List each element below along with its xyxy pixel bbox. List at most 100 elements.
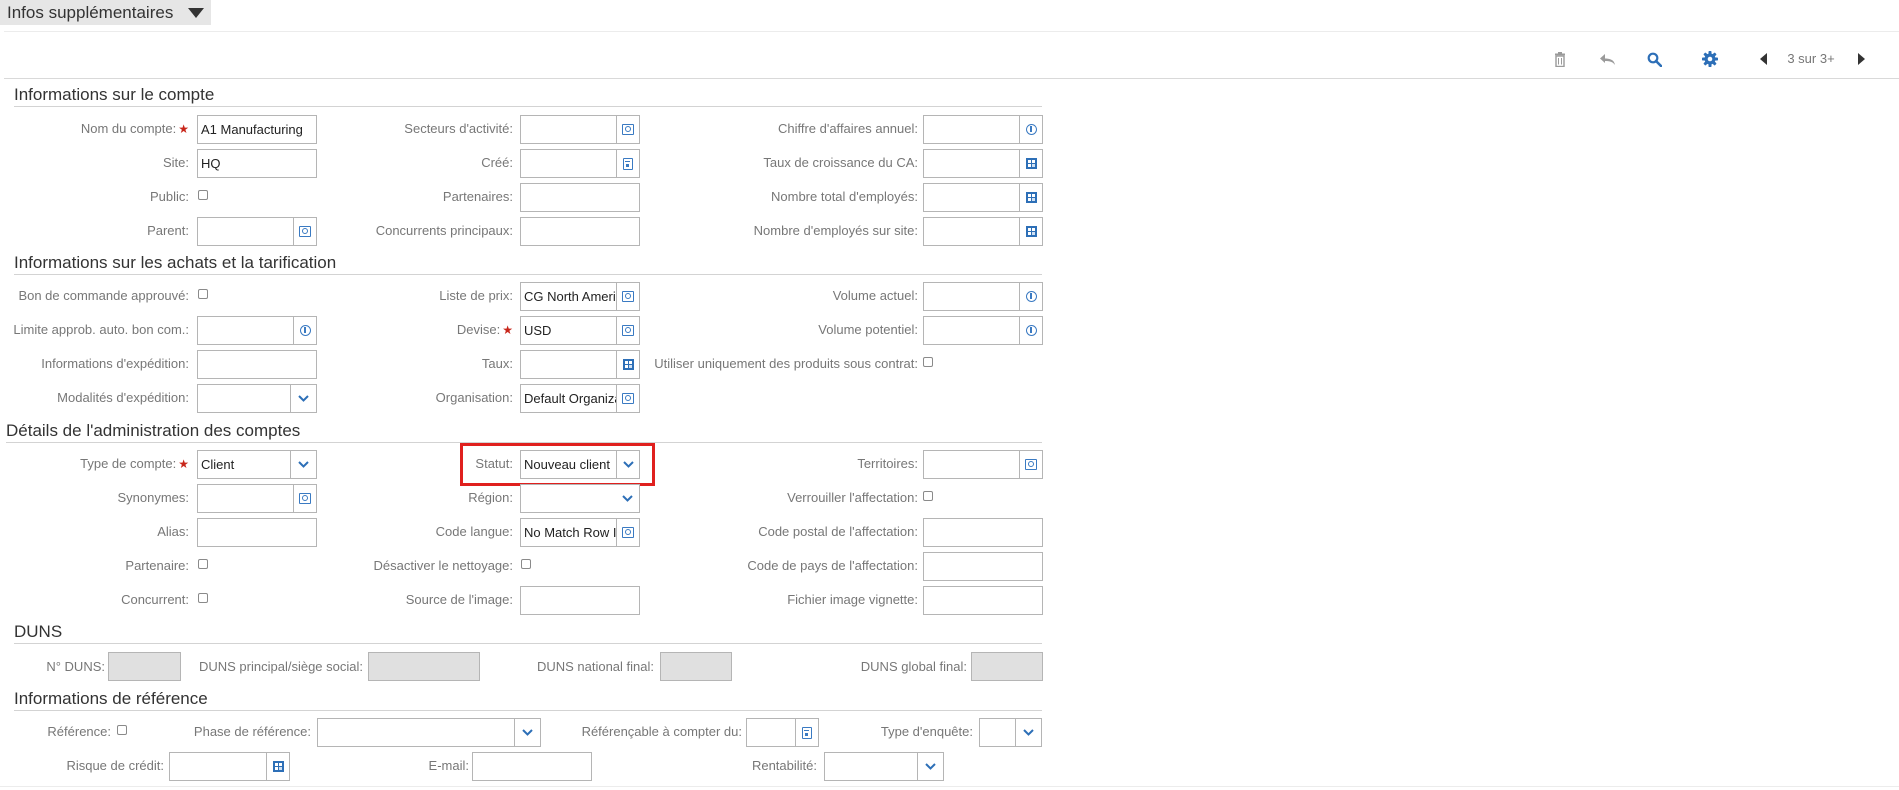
type-enquete-dropdown-button[interactable]	[1015, 719, 1041, 746]
code-langue-value[interactable]: No Match Row Id	[521, 519, 616, 546]
liste-prix-field[interactable]: CG North America	[520, 282, 640, 311]
synonymes-lookup-button[interactable]	[293, 485, 316, 512]
modalites-expedition-select[interactable]	[197, 384, 317, 413]
devise-field[interactable]: USD	[520, 316, 640, 345]
code-langue-lookup-button[interactable]	[616, 519, 639, 546]
settings-button[interactable]	[1699, 48, 1721, 70]
next-record-button[interactable]	[1850, 48, 1872, 70]
vignette-input[interactable]	[923, 586, 1043, 615]
risque-credit-field[interactable]	[169, 752, 290, 781]
ca-annuel-field[interactable]	[923, 115, 1043, 144]
liste-prix-value[interactable]: CG North America	[521, 283, 616, 310]
liste-prix-lookup-button[interactable]	[616, 283, 639, 310]
parent-value[interactable]	[198, 218, 293, 245]
secteurs-lookup-button[interactable]	[616, 116, 639, 143]
previous-record-button[interactable]	[1753, 48, 1775, 70]
concurrents-input[interactable]	[520, 217, 640, 246]
ca-annuel-value[interactable]	[924, 116, 1019, 143]
partenaires-input[interactable]	[520, 183, 640, 212]
type-compte-select[interactable]: Client	[197, 450, 317, 479]
organisation-value[interactable]: Default Organization	[521, 385, 616, 412]
taux-croissance-calc-button[interactable]	[1019, 150, 1042, 177]
undo-button[interactable]	[1596, 48, 1618, 70]
cree-field[interactable]	[520, 149, 640, 178]
source-image-input[interactable]	[520, 586, 640, 615]
search-button[interactable]	[1643, 48, 1665, 70]
region-value[interactable]	[521, 485, 616, 512]
limite-approb-field[interactable]	[197, 316, 317, 345]
devise-lookup-button[interactable]	[616, 317, 639, 344]
total-employes-field[interactable]	[923, 183, 1043, 212]
taux-croissance-field[interactable]	[923, 149, 1043, 178]
phase-reference-select[interactable]	[317, 718, 541, 747]
devise-value[interactable]: USD	[521, 317, 616, 344]
rentabilite-select[interactable]	[824, 752, 944, 781]
delete-button[interactable]	[1549, 48, 1571, 70]
limite-approb-currency-button[interactable]	[293, 317, 316, 344]
caret-down-icon[interactable]	[188, 8, 204, 18]
concurrent-checkbox[interactable]	[198, 593, 208, 603]
territoires-lookup-button[interactable]	[1019, 451, 1042, 478]
bon-commande-checkbox[interactable]	[198, 289, 208, 299]
alias-input[interactable]	[197, 518, 317, 547]
verrouiller-checkbox[interactable]	[923, 491, 933, 501]
region-dropdown-button[interactable]	[616, 485, 639, 512]
reference-checkbox[interactable]	[117, 725, 127, 735]
code-langue-field[interactable]: No Match Row Id	[520, 518, 640, 547]
employes-site-calc-button[interactable]	[1019, 218, 1042, 245]
partenaire-checkbox[interactable]	[198, 559, 208, 569]
email-input[interactable]	[472, 752, 592, 781]
type-enquete-select[interactable]	[979, 718, 1042, 747]
produits-contrat-checkbox[interactable]	[923, 357, 933, 367]
organisation-lookup-button[interactable]	[616, 385, 639, 412]
type-compte-value[interactable]: Client	[198, 451, 290, 478]
limite-approb-value[interactable]	[198, 317, 293, 344]
infos-expedition-input[interactable]	[197, 350, 317, 379]
referencable-date-button[interactable]	[795, 719, 818, 746]
site-input[interactable]	[197, 149, 317, 178]
cree-date-button[interactable]	[616, 150, 639, 177]
employes-site-field[interactable]	[923, 217, 1043, 246]
taux-field[interactable]	[520, 350, 640, 379]
cree-value[interactable]	[521, 150, 616, 177]
public-checkbox[interactable]	[198, 190, 208, 200]
type-compte-dropdown-button[interactable]	[290, 451, 316, 478]
type-enquete-value[interactable]	[980, 719, 1015, 746]
modalites-expedition-value[interactable]	[198, 385, 290, 412]
infos-supplementaires-toggle[interactable]: Infos supplémentaires	[0, 0, 211, 25]
parent-lookup-button[interactable]	[293, 218, 316, 245]
nettoyage-checkbox[interactable]	[521, 559, 531, 569]
secteurs-field[interactable]	[520, 115, 640, 144]
rentabilite-dropdown-button[interactable]	[917, 753, 943, 780]
code-postal-input[interactable]	[923, 518, 1043, 547]
volume-actuel-field[interactable]	[923, 282, 1043, 311]
taux-croissance-value[interactable]	[924, 150, 1019, 177]
region-select[interactable]	[520, 484, 640, 513]
parent-field[interactable]	[197, 217, 317, 246]
secteurs-value[interactable]	[521, 116, 616, 143]
nom-compte-input[interactable]	[197, 115, 317, 144]
total-employes-value[interactable]	[924, 184, 1019, 211]
rentabilite-value[interactable]	[825, 753, 917, 780]
territoires-value[interactable]	[924, 451, 1019, 478]
synonymes-value[interactable]	[198, 485, 293, 512]
organisation-field[interactable]: Default Organization	[520, 384, 640, 413]
phase-reference-value[interactable]	[318, 719, 514, 746]
risque-credit-value[interactable]	[170, 753, 266, 780]
referencable-field[interactable]	[746, 718, 819, 747]
volume-potentiel-value[interactable]	[924, 317, 1019, 344]
volume-actuel-currency-button[interactable]	[1019, 283, 1042, 310]
volume-actuel-value[interactable]	[924, 283, 1019, 310]
taux-calc-button[interactable]	[616, 351, 639, 378]
code-pays-input[interactable]	[923, 552, 1043, 581]
risque-credit-calc-button[interactable]	[266, 753, 289, 780]
referencable-value[interactable]	[747, 719, 795, 746]
total-employes-calc-button[interactable]	[1019, 184, 1042, 211]
phase-reference-dropdown-button[interactable]	[514, 719, 540, 746]
ca-annuel-currency-button[interactable]	[1019, 116, 1042, 143]
synonymes-field[interactable]	[197, 484, 317, 513]
territoires-field[interactable]	[923, 450, 1043, 479]
volume-potentiel-field[interactable]	[923, 316, 1043, 345]
modalites-expedition-dropdown-button[interactable]	[290, 385, 316, 412]
volume-potentiel-currency-button[interactable]	[1019, 317, 1042, 344]
